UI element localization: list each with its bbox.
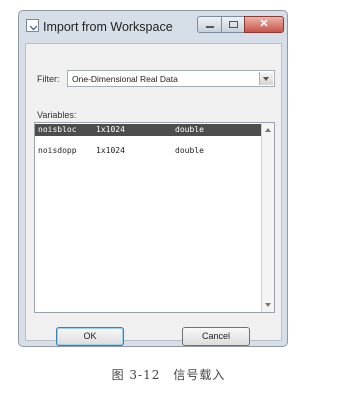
scroll-up-icon[interactable] bbox=[265, 128, 271, 132]
filter-dropdown[interactable]: One-Dimensional Real Data bbox=[67, 70, 275, 87]
window-title: Import from Workspace bbox=[43, 20, 173, 34]
scroll-down-icon[interactable] bbox=[265, 303, 271, 307]
variable-size: 1x1024 bbox=[96, 146, 125, 155]
filter-value: One-Dimensional Real Data bbox=[72, 74, 178, 84]
variables-list[interactable]: noisbloc 1x1024 double noisdopp 1x1024 d… bbox=[34, 122, 275, 313]
minimize-icon bbox=[206, 26, 214, 28]
list-item[interactable]: noisdopp 1x1024 double bbox=[35, 145, 261, 157]
maximize-icon bbox=[229, 21, 238, 28]
variable-name: noisdopp bbox=[38, 146, 77, 155]
close-icon: ✕ bbox=[259, 18, 269, 30]
dropdown-button[interactable] bbox=[259, 72, 273, 85]
variable-class: double bbox=[175, 125, 204, 134]
close-button[interactable]: ✕ bbox=[244, 16, 284, 33]
figure-caption: 图 3-12 信号载入 bbox=[111, 368, 226, 382]
chevron-down-icon bbox=[263, 77, 269, 81]
ok-button[interactable]: OK bbox=[56, 327, 124, 346]
filter-label: Filter: bbox=[37, 74, 60, 84]
import-dialog: Import from Workspace ✕ Filter: One-Dime… bbox=[18, 10, 288, 347]
variable-name: noisbloc bbox=[38, 125, 77, 134]
list-item[interactable]: noisbloc 1x1024 double bbox=[35, 124, 261, 136]
minimize-button[interactable] bbox=[197, 16, 222, 33]
vertical-scrollbar[interactable] bbox=[261, 123, 274, 312]
maximize-button[interactable] bbox=[221, 16, 245, 33]
app-icon bbox=[26, 19, 39, 32]
variable-size: 1x1024 bbox=[96, 125, 125, 134]
dialog-body: Filter: One-Dimensional Real Data Variab… bbox=[25, 43, 282, 346]
variable-class: double bbox=[175, 146, 204, 155]
title-bar[interactable]: Import from Workspace ✕ bbox=[19, 11, 287, 43]
cancel-button[interactable]: Cancel bbox=[182, 327, 250, 346]
variables-label: Variables: bbox=[37, 110, 77, 120]
